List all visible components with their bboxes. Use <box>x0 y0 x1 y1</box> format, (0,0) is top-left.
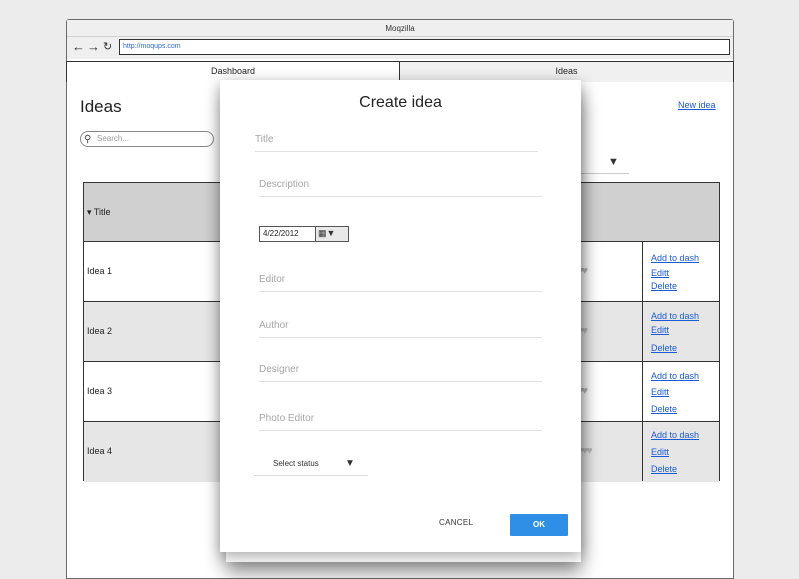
date-picker[interactable]: 4/22/2012 ▦▼ <box>259 226 349 242</box>
tab-dashboard[interactable]: Dashboard <box>66 62 400 82</box>
tab-bar: Dashboard Ideas <box>66 61 734 82</box>
date-value[interactable]: 4/22/2012 <box>260 227 316 241</box>
cancel-button[interactable]: CANCEL <box>439 518 473 527</box>
add-to-dash-link[interactable]: Add to dash <box>651 430 699 440</box>
back-arrow-icon[interactable]: ← <box>72 40 85 54</box>
photo-editor-field[interactable]: Photo Editor <box>259 411 542 431</box>
chevron-down-icon: ▼ <box>345 458 355 469</box>
tab-ideas[interactable]: Ideas <box>400 62 734 82</box>
idea-name: Idea 2 <box>87 326 113 336</box>
page-title: Ideas <box>80 97 122 116</box>
filter-select-underline <box>577 173 629 174</box>
edit-link[interactable]: Editt <box>651 387 669 397</box>
edit-link[interactable]: Editt <box>651 325 669 335</box>
dialog-title: Create idea <box>359 94 442 111</box>
row-actions: Add to dash Editt Delete <box>642 242 720 301</box>
delete-link[interactable]: Delete <box>651 464 677 474</box>
edit-link[interactable]: Editt <box>651 268 669 278</box>
column-header-title[interactable]: ▾ Title <box>87 207 111 218</box>
delete-link[interactable]: Delete <box>651 281 677 291</box>
window-title: Moqzilla <box>67 20 733 37</box>
delete-link[interactable]: Delete <box>651 343 677 353</box>
row-actions: Add to dash Editt Delete <box>642 302 720 361</box>
status-placeholder: Select status <box>273 459 319 468</box>
search-input[interactable]: ⚲ Search... <box>80 131 214 147</box>
create-idea-dialog: Create idea Title Description 4/22/2012 … <box>220 80 581 552</box>
search-icon: ⚲ <box>84 134 92 145</box>
delete-link[interactable]: Delete <box>651 404 677 414</box>
description-field[interactable]: Description <box>259 177 542 197</box>
chevron-down-icon[interactable]: ▼ <box>608 156 619 168</box>
nav-bar: ← → ↻ http://moqups.com <box>67 37 733 59</box>
new-idea-link[interactable]: New idea <box>678 100 716 110</box>
status-select[interactable]: Select status ▼ <box>254 454 368 476</box>
search-placeholder: Search... <box>97 134 130 143</box>
editor-field[interactable]: Editor <box>259 272 542 292</box>
add-to-dash-link[interactable]: Add to dash <box>651 371 699 381</box>
idea-name: Idea 1 <box>87 266 113 276</box>
edit-link[interactable]: Editt <box>651 447 669 457</box>
row-actions: Add to dash Editt Delete <box>642 422 720 481</box>
ok-button[interactable]: OK <box>510 514 568 536</box>
title-field[interactable]: Title <box>255 132 538 152</box>
row-actions: Add to dash Editt Delete <box>642 362 720 421</box>
author-field[interactable]: Author <box>259 318 542 338</box>
idea-name: Idea 3 <box>87 386 113 396</box>
add-to-dash-link[interactable]: Add to dash <box>651 311 699 321</box>
calendar-icon[interactable]: ▦▼ <box>318 228 335 239</box>
forward-arrow-icon[interactable]: → <box>87 40 100 54</box>
idea-name: Idea 4 <box>87 446 113 456</box>
url-bar[interactable]: http://moqups.com <box>119 39 730 55</box>
add-to-dash-link[interactable]: Add to dash <box>651 253 699 263</box>
designer-field[interactable]: Designer <box>259 362 542 382</box>
reload-icon[interactable]: ↻ <box>103 40 112 54</box>
